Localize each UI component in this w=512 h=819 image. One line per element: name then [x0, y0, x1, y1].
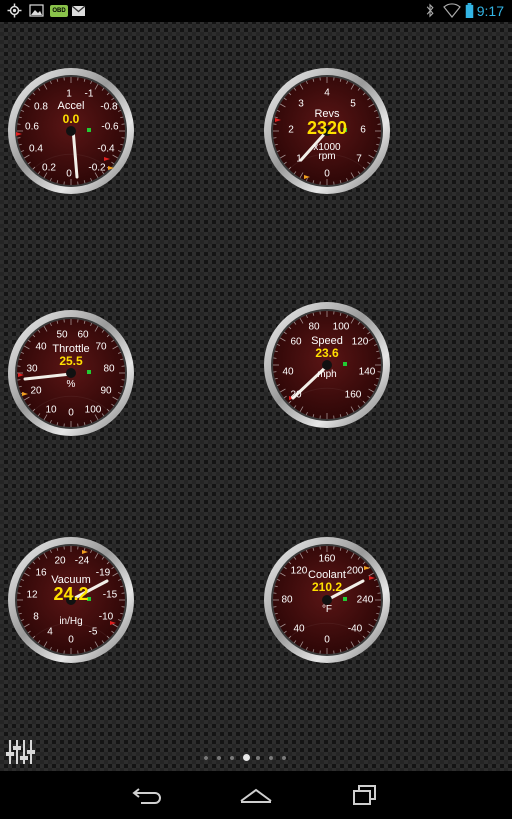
- gauge-unit: °F: [321, 604, 333, 615]
- status-dot: [343, 597, 347, 601]
- status-dot: [343, 362, 347, 366]
- tick-label: 20: [290, 389, 302, 401]
- tick-label: 100: [332, 321, 350, 333]
- gauge-unit: in/Hg: [59, 616, 83, 627]
- bluetooth-icon: [426, 3, 434, 18]
- location-icon: [7, 3, 22, 18]
- speed-gauge[interactable]: 80 100 60 120 40 140 20 160 Speed 23.6 mph: [263, 301, 391, 429]
- tick-label: 40: [293, 623, 305, 635]
- tick-label: 160: [318, 553, 336, 565]
- page-dot[interactable]: [256, 756, 260, 760]
- needle-hub: [66, 126, 76, 136]
- page-dot-active[interactable]: [243, 754, 250, 761]
- tick-label: 0: [68, 634, 74, 646]
- gauge-value: 2320: [306, 118, 348, 138]
- gauge-value: 23.6: [315, 346, 339, 360]
- gallery-icon: [29, 4, 44, 17]
- gauge-value: 25.5: [59, 354, 83, 368]
- page-dot[interactable]: [269, 756, 273, 760]
- obd-icon: OBD: [50, 5, 68, 17]
- status-bar: OBD 9:17: [0, 0, 512, 22]
- tick-label: 1: [66, 88, 72, 100]
- tick-label: 60: [77, 329, 89, 341]
- tick-label: 80: [308, 321, 320, 333]
- page-dot[interactable]: [217, 756, 221, 760]
- tick-label: 4: [324, 87, 330, 99]
- coolant-gauge[interactable]: 160 120 200 80 240 40 -40 0 Coolant 210.2 °F: [263, 536, 391, 664]
- needle-hub: [66, 368, 76, 378]
- recents-button[interactable]: [345, 781, 385, 809]
- status-dot: [87, 370, 91, 374]
- status-dot: [87, 128, 91, 132]
- tick-label: 0: [324, 634, 330, 646]
- throttle-gauge[interactable]: 50 60 40 70 30 80 20 90 10 100 0 Throttle 25.5%: [7, 309, 135, 437]
- speed-dial: [264, 302, 390, 428]
- tick-label: -0.2: [88, 162, 106, 174]
- gauge-value: 24.2: [53, 584, 89, 604]
- home-button[interactable]: [236, 781, 276, 809]
- tick-label: 20: [54, 555, 66, 567]
- page-dot[interactable]: [230, 756, 234, 760]
- wifi-icon: [443, 3, 461, 18]
- tick-label: -5: [88, 626, 98, 638]
- obd-icon-text: OBD: [52, 8, 66, 14]
- tick-label: -40: [347, 623, 363, 635]
- tick-label: 10: [45, 404, 57, 416]
- clock: 9:17: [476, 3, 504, 19]
- navigation-bar: [0, 771, 512, 819]
- tick-label: -1: [84, 88, 94, 100]
- vacuum-gauge[interactable]: 20 -24 16 -19 12 -15 8 -10 4 -5 0 Vacuum 24.2 in/Hg: [7, 536, 135, 664]
- page-dot[interactable]: [204, 756, 208, 760]
- tick-label: 0.2: [42, 162, 56, 174]
- recents-icon: [353, 785, 376, 805]
- gauge-value: 0.0: [62, 112, 80, 126]
- tick-label: 50: [56, 329, 68, 341]
- tick-label: 0.4: [29, 143, 43, 155]
- gmail-icon: [71, 5, 86, 16]
- sliders-icon: [6, 740, 35, 764]
- tick-label: 160: [344, 389, 362, 401]
- tick-label: 0: [68, 407, 74, 419]
- gauge-unit: %: [66, 379, 76, 390]
- tick-label: 0: [324, 168, 330, 180]
- gauge-unit: mph: [317, 369, 337, 380]
- back-icon: [132, 788, 161, 804]
- tick-label: 4: [47, 626, 53, 638]
- settings-sliders-button[interactable]: [6, 738, 36, 766]
- tick-label: 0: [66, 168, 72, 180]
- tick-label: 100: [84, 404, 102, 416]
- tick-label: -24: [74, 555, 90, 567]
- gauge-value: 210.2: [311, 580, 343, 594]
- tick-label: -0.4: [97, 143, 115, 155]
- revs-gauge[interactable]: 4 3 5 2 6 1 7 0 Revs 2320 x1000 rpm: [263, 67, 391, 195]
- back-button[interactable]: [127, 781, 167, 809]
- battery-icon: [465, 3, 474, 18]
- page-dot[interactable]: [282, 756, 286, 760]
- gauge-unit: rpm: [318, 151, 336, 162]
- accel-gauge[interactable]: 1 0.8 0.6 0.4 0.2 0 -1 -0.8 -0.6 -0.4 -0.2 Accel 0.0: [7, 67, 135, 195]
- home-icon: [240, 788, 272, 803]
- gauge-title: Accel: [57, 100, 85, 112]
